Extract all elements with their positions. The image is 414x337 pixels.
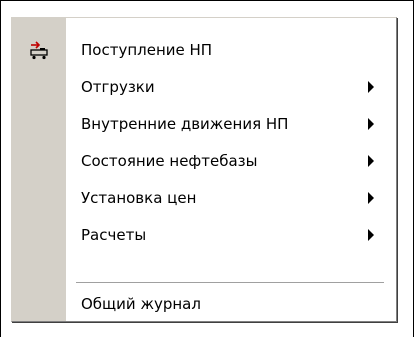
menu-item-receipt[interactable]: Поступление НП (12, 32, 396, 68)
menu-item-calculations[interactable]: Расчеты (12, 217, 396, 253)
menu-item-label: Состояние нефтебазы (81, 152, 258, 170)
submenu-arrow-icon (368, 192, 374, 204)
submenu-arrow-icon (368, 155, 374, 167)
menu-item-label: Установка цен (81, 189, 197, 207)
menu-item-internal-movements[interactable]: Внутренние движения НП (12, 106, 396, 142)
fuel-truck-icon (30, 41, 48, 60)
submenu-arrow-icon (368, 81, 374, 93)
menu-item-label: Внутренние движения НП (81, 115, 289, 133)
menu-item-label: Поступление НП (81, 41, 213, 59)
menu-item-shipments[interactable]: Отгрузки (12, 69, 396, 105)
menu-item-label: Расчеты (81, 226, 147, 244)
frame-top-line (0, 0, 414, 1)
menu-item-set-prices[interactable]: Установка цен (12, 180, 396, 216)
menu-item-label: Отгрузки (81, 78, 155, 96)
menu-item-depot-status[interactable]: Состояние нефтебазы (12, 143, 396, 179)
menu-item-general-journal[interactable]: Общий журнал (12, 286, 396, 322)
context-menu: Поступление НП Отгрузки Внутренние движе… (11, 17, 397, 322)
frame-left-line (0, 0, 1, 337)
submenu-arrow-icon (368, 229, 374, 241)
menu-separator (76, 282, 384, 284)
submenu-arrow-icon (368, 118, 374, 130)
menu-item-label: Общий журнал (81, 295, 201, 313)
